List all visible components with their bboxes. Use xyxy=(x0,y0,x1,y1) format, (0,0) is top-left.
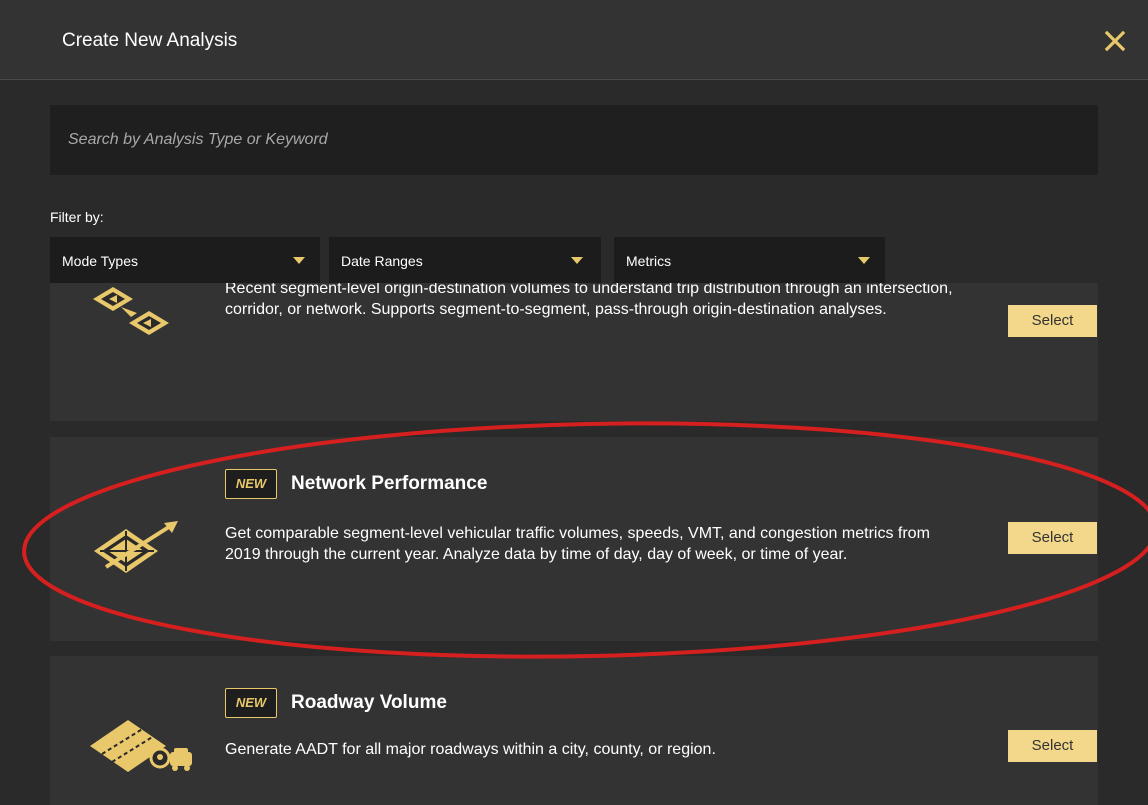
chevron-down-icon xyxy=(571,257,583,264)
new-badge: NEW xyxy=(225,469,277,499)
select-button[interactable]: Select xyxy=(1008,305,1097,337)
modal-title: Create New Analysis xyxy=(62,30,238,51)
card-description: Generate AADT for all major roadways wit… xyxy=(225,741,716,758)
analysis-card-origin-destination: Recent segment-level origin-destination … xyxy=(50,283,1098,421)
date-ranges-label: Date Ranges xyxy=(341,253,423,269)
search-input[interactable] xyxy=(50,105,1098,175)
card-title: Roadway Volume xyxy=(291,692,447,713)
card-title: Network Performance xyxy=(291,473,488,494)
date-ranges-dropdown[interactable]: Date Ranges xyxy=(329,237,601,283)
mode-types-label: Mode Types xyxy=(62,253,139,269)
analysis-card-roadway-volume: NEW Roadway Volume Generate AADT for all… xyxy=(50,656,1098,805)
analysis-list[interactable]: Recent segment-level origin-destination … xyxy=(0,283,1148,805)
chevron-down-icon xyxy=(293,257,305,264)
chevron-down-icon xyxy=(858,257,870,264)
roadway-volume-icon xyxy=(90,720,192,772)
metrics-dropdown[interactable]: Metrics xyxy=(614,237,885,283)
origin-destination-icon xyxy=(93,287,169,335)
analysis-card-network-performance: NEW Network Performance Get comparable s… xyxy=(50,437,1098,641)
new-badge: NEW xyxy=(225,688,277,718)
network-performance-icon xyxy=(94,521,178,573)
filter-label: Filter by: xyxy=(50,209,104,225)
close-icon xyxy=(1104,30,1126,52)
modal-header: Create New Analysis xyxy=(0,0,1148,80)
select-button[interactable]: Select xyxy=(1008,522,1097,554)
select-button[interactable]: Select xyxy=(1008,730,1097,762)
card-description: Get comparable segment-level vehicular t… xyxy=(225,525,930,563)
card-description: Recent segment-level origin-destination … xyxy=(225,283,953,318)
create-analysis-modal: Create New Analysis Filter by: Mode Type… xyxy=(0,0,1148,805)
metrics-label: Metrics xyxy=(626,253,672,269)
mode-types-dropdown[interactable]: Mode Types xyxy=(50,237,320,283)
close-button[interactable] xyxy=(1100,26,1130,56)
